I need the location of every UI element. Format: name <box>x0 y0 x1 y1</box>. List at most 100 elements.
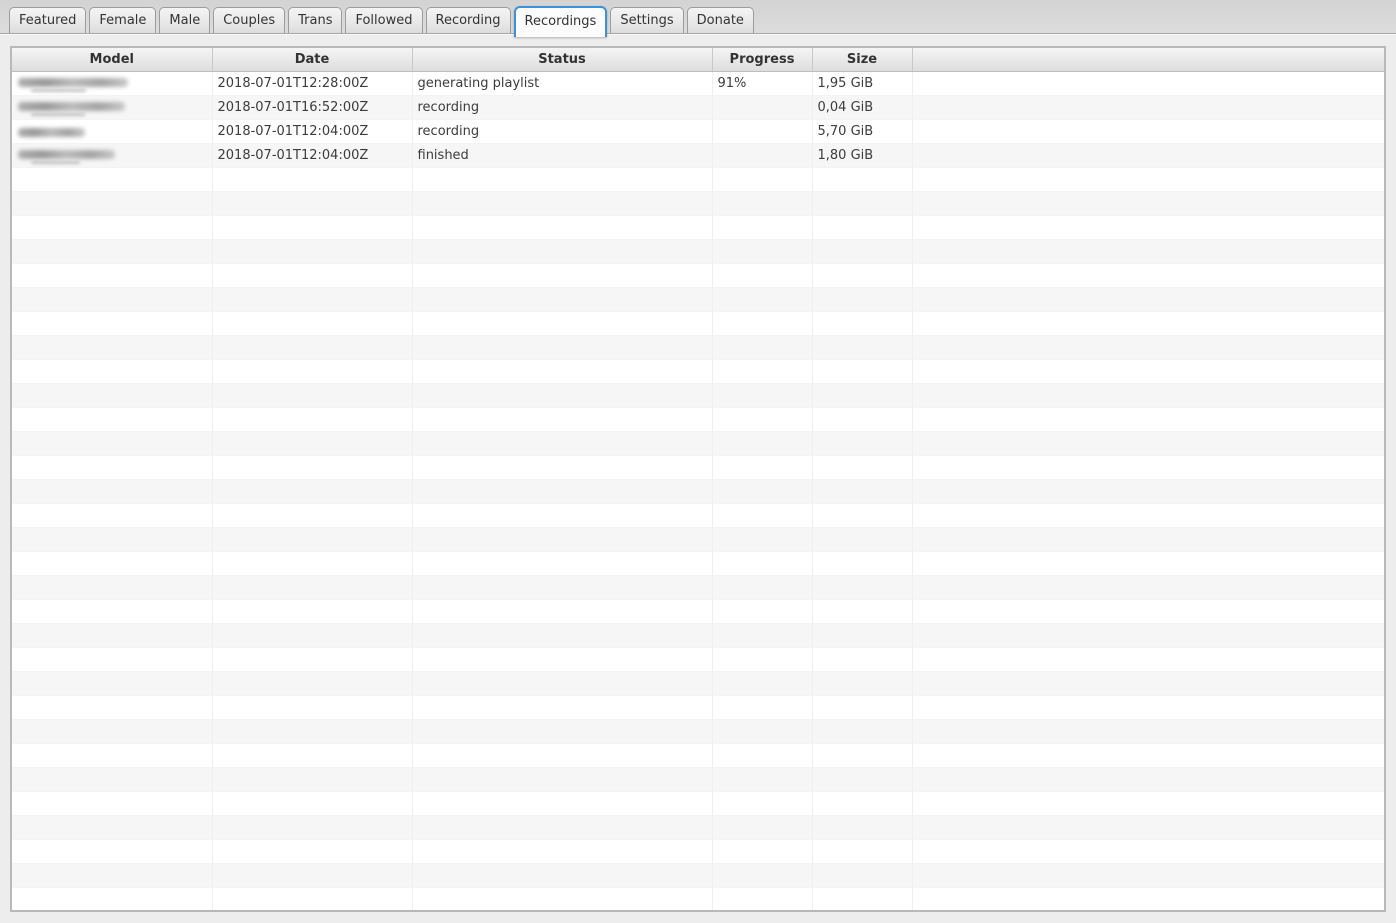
status-cell <box>412 743 713 768</box>
progress-cell <box>712 263 813 288</box>
empty-table-row[interactable] <box>11 167 1385 192</box>
model-cell <box>11 599 213 624</box>
extra-cell <box>912 623 1385 648</box>
extra-cell <box>912 695 1385 720</box>
content-area: Model Date Status Progress Size 2018-07-… <box>0 34 1396 912</box>
size-cell: 5,70 GiB <box>812 119 913 144</box>
column-header-progress[interactable]: Progress <box>712 47 813 72</box>
column-header-date[interactable]: Date <box>212 47 413 72</box>
empty-table-row[interactable] <box>11 527 1385 552</box>
progress-cell <box>712 815 813 840</box>
column-header-size[interactable]: Size <box>812 47 913 72</box>
empty-table-row[interactable] <box>11 239 1385 264</box>
empty-table-row[interactable] <box>11 359 1385 384</box>
empty-table-row[interactable] <box>11 479 1385 504</box>
size-cell <box>812 695 913 720</box>
empty-table-row[interactable] <box>11 335 1385 360</box>
empty-table-row[interactable] <box>11 599 1385 624</box>
empty-table-row[interactable] <box>11 887 1385 912</box>
date-cell <box>212 407 413 432</box>
empty-table-row[interactable] <box>11 695 1385 720</box>
date-cell <box>212 335 413 360</box>
size-cell <box>812 743 913 768</box>
empty-table-row[interactable] <box>11 191 1385 216</box>
table-row[interactable]: 2018-07-01T12:04:00Z recording 5,70 GiB <box>11 119 1385 144</box>
size-cell <box>812 575 913 600</box>
extra-cell <box>912 527 1385 552</box>
model-cell <box>11 815 213 840</box>
empty-table-row[interactable] <box>11 311 1385 336</box>
tab-couples[interactable]: Couples <box>213 7 286 33</box>
empty-table-row[interactable] <box>11 503 1385 528</box>
model-cell <box>11 215 213 240</box>
tab-recordings[interactable]: Recordings <box>513 6 608 37</box>
empty-table-row[interactable] <box>11 215 1385 240</box>
extra-cell <box>912 719 1385 744</box>
empty-table-row[interactable] <box>11 815 1385 840</box>
status-cell <box>412 215 713 240</box>
model-cell <box>11 431 213 456</box>
empty-table-row[interactable] <box>11 263 1385 288</box>
size-cell <box>812 263 913 288</box>
empty-table-row[interactable] <box>11 767 1385 792</box>
extra-cell <box>912 647 1385 672</box>
recordings-table: Model Date Status Progress Size 2018-07-… <box>10 46 1386 912</box>
extra-cell <box>912 191 1385 216</box>
column-header-status[interactable]: Status <box>412 47 713 72</box>
empty-table-row[interactable] <box>11 551 1385 576</box>
table-row[interactable]: 2018-07-01T16:52:00Z recording 0,04 GiB <box>11 95 1385 120</box>
empty-table-row[interactable] <box>11 575 1385 600</box>
extra-cell <box>912 383 1385 408</box>
status-cell <box>412 263 713 288</box>
empty-table-row[interactable] <box>11 455 1385 480</box>
empty-table-row[interactable] <box>11 407 1385 432</box>
empty-table-row[interactable] <box>11 647 1385 672</box>
progress-cell <box>712 167 813 192</box>
tab-male[interactable]: Male <box>159 7 211 33</box>
tab-donate[interactable]: Donate <box>686 7 754 33</box>
model-cell <box>11 839 213 864</box>
status-cell <box>412 647 713 672</box>
table-row[interactable]: 2018-07-01T12:28:00Z generating playlist 9… <box>11 71 1385 96</box>
tab-recording[interactable]: Recording <box>425 7 511 33</box>
tab-followed[interactable]: Followed <box>345 7 423 33</box>
status-cell <box>412 599 713 624</box>
empty-table-row[interactable] <box>11 719 1385 744</box>
size-cell <box>812 431 913 456</box>
extra-cell <box>912 95 1385 120</box>
size-cell <box>812 551 913 576</box>
empty-table-row[interactable] <box>11 623 1385 648</box>
tab-featured[interactable]: Featured <box>9 7 87 33</box>
empty-table-row[interactable] <box>11 383 1385 408</box>
column-header-model[interactable]: Model <box>11 47 213 72</box>
empty-table-row[interactable] <box>11 863 1385 888</box>
status-cell <box>412 551 713 576</box>
empty-table-row[interactable] <box>11 671 1385 696</box>
empty-table-row[interactable] <box>11 431 1385 456</box>
table-row[interactable]: 2018-07-01T12:04:00Z finished 1,80 GiB <box>11 143 1385 168</box>
progress-cell <box>712 503 813 528</box>
status-cell <box>412 767 713 792</box>
date-cell <box>212 503 413 528</box>
empty-table-row[interactable] <box>11 287 1385 312</box>
redacted-model-name <box>18 101 125 111</box>
empty-table-row[interactable] <box>11 839 1385 864</box>
column-header-extra[interactable] <box>912 47 1385 72</box>
progress-cell <box>712 551 813 576</box>
status-cell <box>412 527 713 552</box>
empty-table-row[interactable] <box>11 791 1385 816</box>
tab-settings[interactable]: Settings <box>610 7 684 33</box>
empty-table-row[interactable] <box>11 743 1385 768</box>
status-cell <box>412 455 713 480</box>
table-header: Model Date Status Progress Size <box>11 47 1385 72</box>
tab-female[interactable]: Female <box>89 7 157 33</box>
status-cell <box>412 719 713 744</box>
tab-trans[interactable]: Trans <box>288 7 343 33</box>
status-cell <box>412 167 713 192</box>
extra-cell <box>912 335 1385 360</box>
model-cell <box>11 119 213 144</box>
model-cell <box>11 863 213 888</box>
extra-cell <box>912 599 1385 624</box>
date-cell <box>212 815 413 840</box>
model-cell <box>11 407 213 432</box>
